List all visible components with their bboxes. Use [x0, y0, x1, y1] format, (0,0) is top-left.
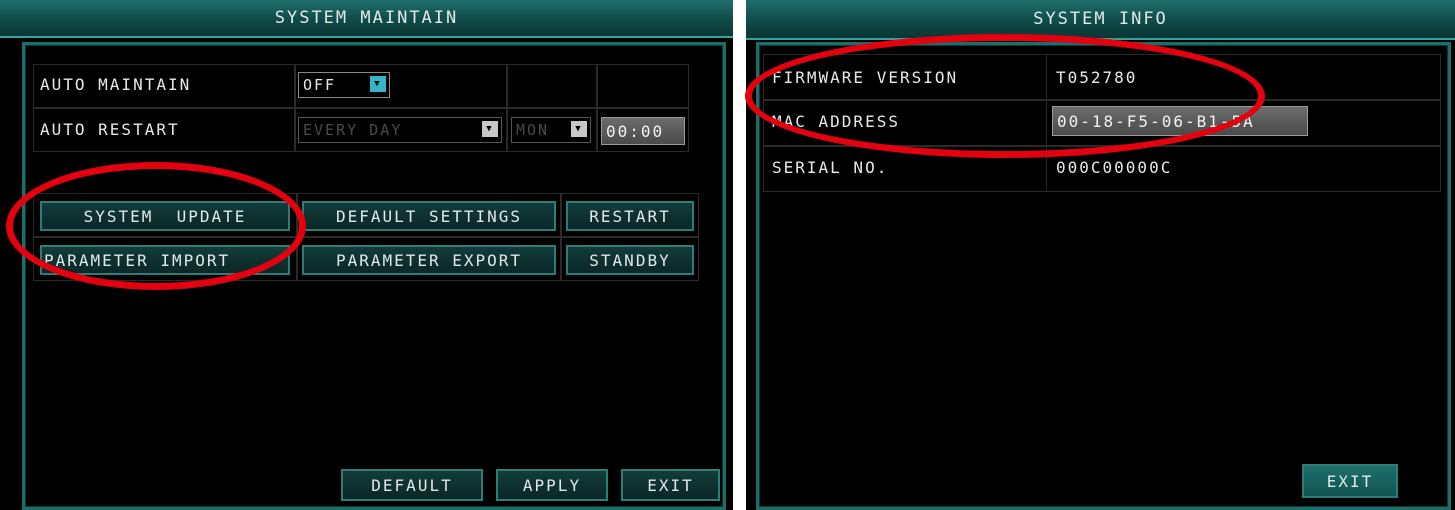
auto-restart-period-value: EVERY DAY — [303, 121, 403, 139]
maintain-title: SYSTEM MAINTAIN — [274, 8, 459, 28]
default-settings-button[interactable]: DEFAULT SETTINGS — [302, 201, 556, 231]
info-title: SYSTEM INFO — [1033, 9, 1168, 29]
parameter-export-button[interactable]: PARAMETER EXPORT — [302, 245, 556, 275]
apply-button[interactable]: APPLY — [496, 469, 608, 501]
mac-address-label: MAC ADDRESS — [772, 112, 900, 131]
chevron-down-icon: ▼ — [571, 121, 587, 137]
auto-restart-day-value: MON — [516, 121, 550, 139]
grid-cell — [597, 64, 689, 108]
system-maintain-window: SYSTEM MAINTAIN AUTO MAINTAIN OFF ▼ AUTO… — [0, 0, 733, 510]
mac-address-field: 00-18-F5-06-B1-5A — [1052, 106, 1308, 136]
maintain-title-bar: SYSTEM MAINTAIN — [0, 0, 733, 38]
restart-button[interactable]: RESTART — [566, 201, 694, 231]
default-button[interactable]: DEFAULT — [341, 469, 483, 501]
auto-maintain-label: AUTO MAINTAIN — [40, 75, 192, 94]
info-exit-button[interactable]: EXIT — [1302, 464, 1398, 498]
parameter-import-button[interactable]: PARAMETER IMPORT — [40, 245, 290, 275]
grid-cell — [507, 64, 597, 108]
auto-maintain-value: OFF — [303, 76, 337, 94]
chevron-down-icon: ▼ — [482, 121, 498, 137]
auto-restart-period-select[interactable]: EVERY DAY ▼ — [298, 117, 502, 143]
serial-no-label: SERIAL NO. — [772, 158, 889, 177]
exit-button[interactable]: EXIT — [621, 469, 720, 501]
mac-address-value: 00-18-F5-06-B1-5A — [1057, 111, 1255, 131]
firmware-version-value: T052780 — [1056, 68, 1138, 87]
auto-restart-label: AUTO RESTART — [40, 120, 180, 139]
info-title-bar: SYSTEM INFO — [746, 0, 1455, 40]
auto-restart-time-value: 00:00 — [606, 121, 665, 141]
auto-restart-day-select[interactable]: MON ▼ — [511, 117, 591, 143]
info-divider — [1046, 54, 1047, 192]
system-info-window: SYSTEM INFO FIRMWARE VERSION T052780 MAC… — [746, 0, 1455, 510]
auto-maintain-select[interactable]: OFF ▼ — [298, 72, 390, 98]
system-update-button[interactable]: SYSTEM UPDATE — [40, 201, 290, 231]
serial-no-value: 000C00000C — [1056, 158, 1173, 177]
chevron-down-icon: ▼ — [370, 76, 386, 92]
auto-restart-time-field[interactable]: 00:00 — [601, 117, 685, 145]
standby-button[interactable]: STANDBY — [566, 245, 694, 275]
firmware-version-label: FIRMWARE VERSION — [772, 68, 959, 87]
